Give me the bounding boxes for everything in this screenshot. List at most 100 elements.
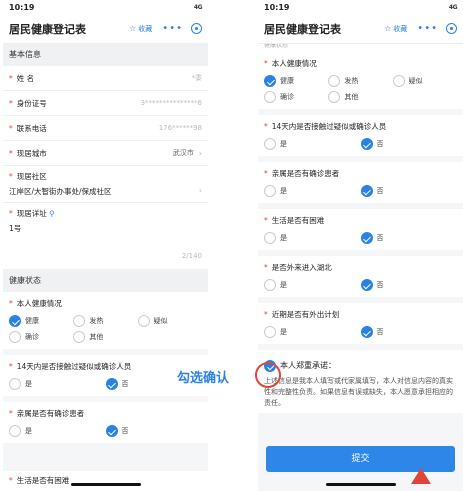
option-label: 其他 [344,93,359,101]
close-icon[interactable] [446,23,457,34]
yes-no-question: * 是否外来进入湖北 是 否 [258,256,463,303]
option-label: 健康 [25,317,39,325]
family-question: * 亲属是否有确诊患者 是 否 [3,402,208,449]
field-value: 江岸区/大智街办事处/保成社区 [9,187,112,196]
field-label: 现居城市 [16,148,47,158]
community-field[interactable]: * 现居社区 江岸区/大智街办事处/保成社区 › [3,166,208,203]
field-label: 联系电话 [16,123,47,133]
home-indicator [70,483,141,486]
option-yes[interactable]: 是 [264,185,361,197]
radio-checked-icon [360,138,373,150]
promise-title: 本人郑重承诺： [280,361,336,370]
required-marker: * [264,310,268,319]
radio-icon [73,315,86,327]
nav-bar: 居民健康登记表 ☆ 收藏 ••• [258,14,463,44]
option-confirmed[interactable]: 确诊 [9,331,73,343]
option-yes[interactable]: 是 [264,232,361,244]
page-title: 居民健康登记表 [264,22,341,36]
phone-field[interactable]: * 联系电话 176******98 [3,116,208,141]
annotation-label: 勾选确认 [177,371,230,386]
city-field[interactable]: * 现居城市 武汉市 › [3,141,208,166]
question-label: 是否外来进入湖北 [271,263,332,272]
status-time: 10:19 [264,2,290,12]
option-suspected[interactable]: 疑似 [392,75,457,87]
signal-indicator: 4G [448,3,458,11]
option-label: 是 [280,234,287,242]
option-no[interactable]: 否 [105,425,203,437]
promise-text: 上述信息是我本人填写或代家属填写，本人对信息内容的真实性和完整性负责。如果信息有… [264,377,453,408]
field-value: 176******98 [158,124,202,132]
option-yes[interactable]: 是 [9,378,106,390]
status-bar: 10:19 4G [3,0,208,14]
required-marker: * [264,216,268,225]
chevron-right-icon: › [198,186,202,195]
required-marker: * [9,148,13,158]
option-healthy[interactable]: 健康 [264,75,328,87]
address-field[interactable]: * 现居详址 ⚲ 1号 2/140 [3,203,208,270]
close-icon[interactable] [191,23,202,34]
question-label: 14天内是否接触过疑似或确诊人员 [16,362,132,371]
option-no[interactable]: 否 [360,232,458,244]
cut-question: * 生活是否有困难 [3,471,208,491]
radio-icon [328,91,341,103]
option-healthy[interactable]: 健康 [9,315,73,327]
option-label: 否 [376,140,384,148]
favorite-button[interactable]: ☆ 收藏 [129,24,152,34]
option-label: 确诊 [280,93,294,101]
radio-icon [137,315,150,327]
radio-checked-icon [264,75,276,87]
option-other[interactable]: 其他 [73,331,137,343]
option-label: 否 [376,187,384,195]
option-yes[interactable]: 是 [264,279,361,291]
required-marker: * [264,169,268,178]
favorite-button[interactable]: ☆ 收藏 [384,24,407,34]
option-no[interactable]: 否 [360,326,458,338]
option-confirmed[interactable]: 确诊 [264,91,328,103]
option-label: 健康 [280,77,294,85]
radio-icon [9,378,21,390]
field-value: *黍 [191,74,203,82]
required-marker: * [264,122,268,131]
option-yes[interactable]: 是 [264,138,361,150]
yes-no-question: * 生活是否有困难 是 否 [258,209,463,256]
star-icon: ☆ [129,24,137,33]
more-button[interactable]: ••• [417,23,438,34]
location-icon[interactable]: ⚲ [49,209,55,218]
field-label: 姓 名 [16,73,35,83]
option-no[interactable]: 否 [360,185,458,197]
phone-screen-right: 10:19 4G 居民健康登记表 ☆ 收藏 ••• 健康状态 * 本人健康情况 健康… [258,0,463,491]
radio-icon [73,331,86,343]
option-yes[interactable]: 是 [9,425,106,437]
radio-icon [264,279,276,291]
option-suspected[interactable]: 疑似 [137,315,202,327]
option-no[interactable]: 否 [360,138,458,150]
required-marker: * [264,59,268,68]
question-label: 本人健康情况 [16,299,62,308]
option-label: 是 [25,380,32,388]
star-icon: ☆ [384,24,392,33]
option-label: 是 [280,140,287,148]
option-fever[interactable]: 发热 [73,315,137,327]
radio-checked-icon [360,326,373,338]
field-value: 1号 [9,224,22,233]
option-other[interactable]: 其他 [328,91,392,103]
option-label: 疑似 [153,317,168,325]
chevron-right-icon: › [198,148,202,158]
option-label: 是 [280,187,287,195]
option-fever[interactable]: 发热 [328,75,392,87]
nav-bar: 居民健康登记表 ☆ 收藏 ••• [3,14,208,44]
option-no[interactable]: 否 [360,279,458,291]
clipped-section-label: 健康状态 [258,44,463,52]
id-number-field[interactable]: * 身份证号 3***************6 [3,91,208,116]
annotation-arrow [411,468,431,484]
option-label: 否 [121,380,129,388]
signal-indicator: 4G [193,3,203,11]
more-button[interactable]: ••• [162,23,183,34]
required-marker: * [9,476,13,485]
question-label: 14天内是否接触过疑似或确诊人员 [271,122,387,131]
phone-screen-left: 10:19 4G 居民健康登记表 ☆ 收藏 ••• 基本信息 * 姓 名 *黍 *… [3,0,208,491]
radio-checked-icon [105,425,118,437]
option-yes[interactable]: 是 [264,326,361,338]
required-marker: * [9,172,13,181]
name-field[interactable]: * 姓 名 *黍 [3,66,208,91]
